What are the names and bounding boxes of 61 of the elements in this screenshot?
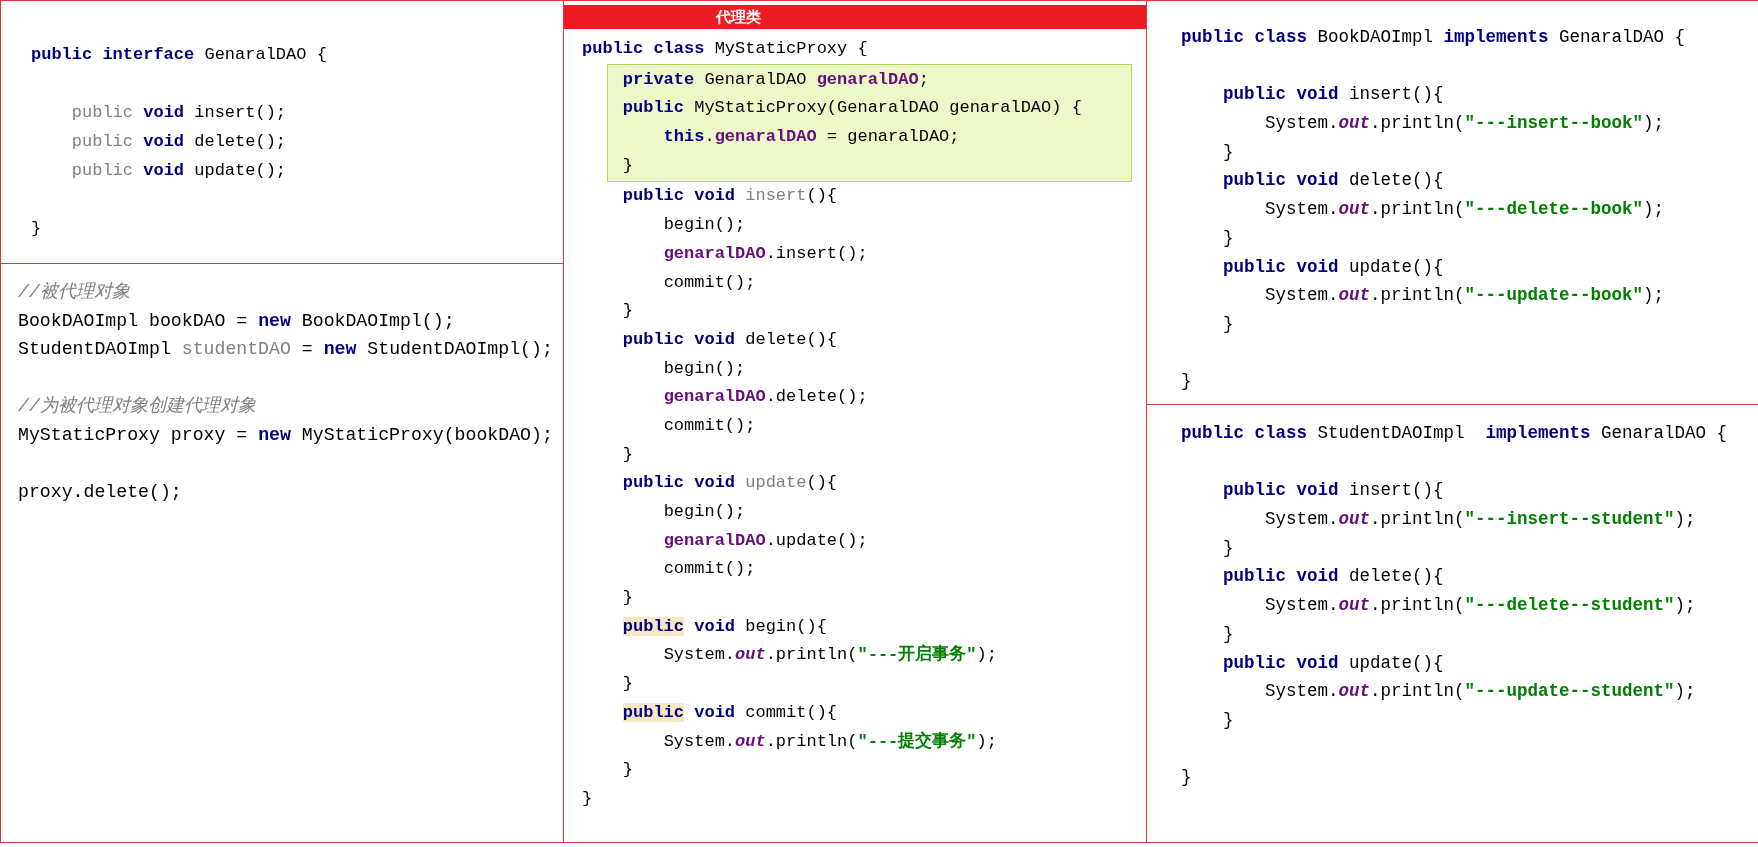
code-line: begin();: [662, 501, 747, 523]
code-line: proxy.delete();: [18, 481, 183, 505]
code-line: public class MyStaticProxy {: [582, 38, 869, 60]
code-line: }: [1222, 536, 1235, 560]
code-line: this.genaralDAO = genaralDAO;: [662, 126, 961, 149]
code-line: StudentDAOImpl studentDAO = new StudentDAOImpl();: [18, 338, 554, 362]
code-line: System.out.println("---update--student");: [1264, 680, 1697, 704]
code-line: System.out.println("---update--book");: [1264, 284, 1666, 308]
code-line: public void update(){: [1222, 255, 1445, 279]
code-line: public void delete();: [70, 131, 288, 153]
code-line: public void insert(){: [621, 185, 839, 208]
code-line: System.out.println("---开启事务");: [662, 643, 998, 667]
code-line: genaralDAO.insert();: [662, 242, 869, 265]
code-line: public void commit(){: [621, 701, 839, 724]
code-line: System.out.println("---insert--book");: [1264, 112, 1666, 136]
code-line: public void insert();: [70, 102, 288, 124]
code-line: commit();: [662, 271, 757, 294]
code-line: begin();: [662, 357, 747, 380]
code-line: }: [621, 443, 634, 466]
code-line: public void update();: [70, 160, 288, 182]
code-line: public void delete(){: [1222, 169, 1445, 193]
code-line: }: [1222, 140, 1235, 164]
code-line: }: [621, 587, 634, 610]
code-line: }: [582, 787, 594, 810]
code-line: private GenaralDAO genaralDAO;: [622, 68, 930, 91]
panel-title: 代理类: [564, 5, 1146, 29]
code-line: }: [621, 673, 634, 696]
code-line: }: [1222, 312, 1235, 336]
code-line: genaralDAO.delete();: [662, 386, 869, 409]
code-line: System.out.println("---delete--book");: [1264, 198, 1666, 222]
code-line: genaralDAO.update();: [662, 529, 869, 552]
code-line: MyStaticProxy proxy = new MyStaticProxy(bookDAO);: [18, 423, 554, 447]
code-line: //为被代理对象创建代理对象: [18, 395, 257, 419]
code-line: }: [1181, 766, 1193, 790]
code-line: BookDAOImpl bookDAO = new BookDAOImpl();: [18, 309, 456, 333]
code-line: commit();: [662, 414, 757, 437]
code-line: commit();: [662, 558, 757, 581]
code-line: public void delete(){: [1222, 565, 1445, 589]
code-line: public void update(){: [621, 472, 839, 495]
code-line: }: [1222, 226, 1235, 250]
code-line: }: [621, 300, 634, 323]
code-line: public interface GenaralDAO {: [31, 44, 328, 66]
code-line: public void insert(){: [1222, 83, 1445, 107]
code-line: }: [621, 759, 634, 782]
code-line: System.out.println("---insert--student");: [1264, 508, 1697, 532]
code-line: //被代理对象: [18, 281, 131, 304]
code-line: }: [622, 154, 634, 177]
code-line: }: [1222, 708, 1235, 732]
code-line: public class BookDAOImpl implements GenaralDAO {: [1181, 26, 1687, 49]
code-line: begin();: [662, 214, 747, 237]
code-line: public void delete(){: [621, 328, 839, 351]
code-line: public void insert(){: [1222, 479, 1445, 503]
code-line: }: [31, 218, 43, 240]
code-line: public void update(){: [1222, 651, 1445, 675]
code-line: public void begin(){: [621, 615, 828, 638]
code-line: }: [1222, 622, 1235, 646]
code-line: public class StudentDAOImpl implements GenaralDAO {: [1181, 422, 1729, 445]
code-line: System.out.println("---delete--student");: [1264, 594, 1697, 618]
code-line: }: [1181, 370, 1193, 394]
code-line: System.out.println("---提交事务");: [662, 730, 998, 753]
code-line: public MyStaticProxy(GenaralDAO genaralDAO) {: [622, 97, 1083, 120]
